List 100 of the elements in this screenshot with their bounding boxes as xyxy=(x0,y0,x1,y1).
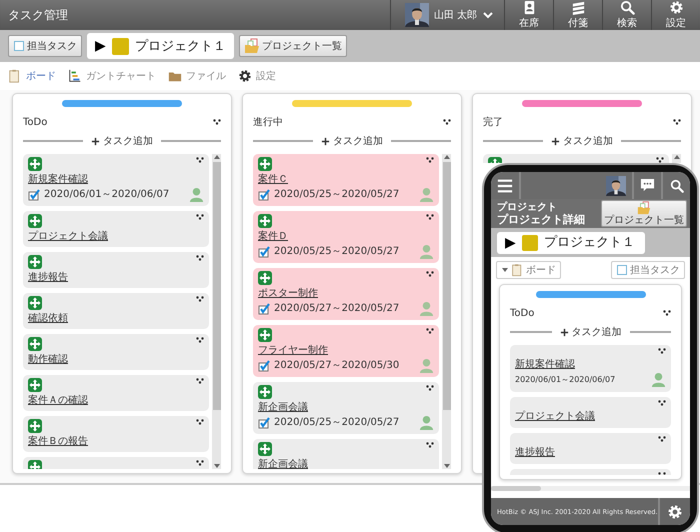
expand-marker[interactable]: ▶ xyxy=(95,38,106,54)
task-link[interactable]: 新規案件確認 xyxy=(28,174,88,186)
task-card[interactable]: 動作確認 xyxy=(23,334,209,370)
more-icon[interactable] xyxy=(426,214,434,220)
more-icon[interactable] xyxy=(196,419,204,425)
task-link[interactable]: 案件Ｃ xyxy=(258,174,288,186)
arrow-down-icon[interactable] xyxy=(442,463,450,469)
more-icon[interactable] xyxy=(426,157,434,163)
scrollbar[interactable] xyxy=(442,154,451,469)
project-list-button[interactable]: プロジェクト一覧 xyxy=(601,200,687,227)
task-card[interactable]: 確認依頼 xyxy=(23,293,209,329)
task-card[interactable]: プロジェクト会議 xyxy=(23,211,209,247)
view-dropdown[interactable]: ボード xyxy=(496,261,561,279)
task-card[interactable]: 案件Ａの確認 xyxy=(23,375,209,411)
more-icon[interactable] xyxy=(196,157,204,163)
scrollbar[interactable] xyxy=(212,154,221,469)
project-list-button[interactable]: プロジェクト一覧 xyxy=(238,35,347,57)
more-icon[interactable] xyxy=(196,255,204,261)
move-icon[interactable] xyxy=(258,328,272,342)
more-icon[interactable] xyxy=(658,436,666,442)
more-icon[interactable] xyxy=(663,310,671,316)
plus-icon xyxy=(321,136,330,146)
expand-marker[interactable]: ▶ xyxy=(505,233,516,253)
task-card[interactable]: 新企画会議 xyxy=(253,439,439,469)
more-icon[interactable] xyxy=(426,442,434,448)
move-icon[interactable] xyxy=(28,214,42,228)
task-link[interactable]: プロジェクト会議 xyxy=(28,231,108,243)
more-icon[interactable] xyxy=(443,119,451,125)
task-link[interactable]: ポスター制作 xyxy=(258,288,318,300)
project-tab[interactable]: ▶ プロジェクト１ xyxy=(87,33,234,59)
task-card[interactable]: 新規案件確認 2020/06/01～2020/06/07 xyxy=(23,154,209,206)
task-card[interactable]: 進捗報告 xyxy=(23,252,209,288)
more-icon[interactable] xyxy=(658,348,666,354)
user-name[interactable]: 山田 太郎 xyxy=(434,8,477,22)
scrollbar[interactable] xyxy=(491,486,690,491)
task-card[interactable] xyxy=(483,154,669,163)
more-icon[interactable] xyxy=(426,385,434,391)
scrollbar[interactable] xyxy=(672,154,681,163)
move-icon[interactable] xyxy=(258,214,272,228)
more-icon[interactable] xyxy=(656,157,664,163)
task-link[interactable]: フライヤー制作 xyxy=(258,345,328,357)
move-icon[interactable] xyxy=(258,271,272,285)
task-card[interactable]: 案件Ｃ 2020/05/25～2020/05/27 xyxy=(253,154,439,206)
bar-chart-icon xyxy=(68,69,82,83)
add-task-button[interactable]: タスク追加 xyxy=(321,134,383,148)
task-link[interactable]: 案件Ａの確認 xyxy=(28,395,88,407)
move-icon[interactable] xyxy=(258,442,272,456)
move-icon[interactable] xyxy=(28,255,42,269)
more-icon[interactable] xyxy=(196,378,204,384)
task-card[interactable]: 案件Ｄ 2020/05/25～2020/05/27 xyxy=(253,211,439,263)
move-icon[interactable] xyxy=(28,157,42,171)
arrow-up-icon[interactable] xyxy=(672,154,680,160)
add-task-button[interactable]: タスク追加 xyxy=(560,325,622,339)
task-card[interactable]: 案件Ｂの報告 xyxy=(23,416,209,452)
column-title: ToDo xyxy=(23,116,48,128)
task-card[interactable]: 新企画会議 2020/05/25～2020/05/27 xyxy=(253,382,439,434)
more-icon[interactable] xyxy=(196,460,204,466)
my-tasks-button[interactable]: 担当タスク xyxy=(611,261,685,279)
more-icon[interactable] xyxy=(196,296,204,302)
task-card[interactable]: 新規案件確認 2020/06/01～2020/06/07 xyxy=(510,345,671,392)
task-link[interactable]: 確認依頼 xyxy=(28,313,68,325)
arrow-down-icon[interactable] xyxy=(212,463,220,469)
more-icon[interactable] xyxy=(426,328,434,334)
task-link[interactable]: 案件Ｂの報告 xyxy=(28,436,88,448)
arrow-up-icon[interactable] xyxy=(442,154,450,160)
task-link[interactable]: 動作確認 xyxy=(28,354,68,366)
more-icon[interactable] xyxy=(658,400,666,406)
settings-tab[interactable]: 設定 xyxy=(238,69,276,83)
more-icon[interactable] xyxy=(196,337,204,343)
move-icon[interactable] xyxy=(28,419,42,433)
task-link[interactable]: プロジェクト会議 xyxy=(515,411,595,423)
task-card[interactable]: ポスター制作 2020/05/27～2020/05/27 xyxy=(253,268,439,320)
move-icon[interactable] xyxy=(28,378,42,392)
gantt-tab[interactable]: ガントチャート xyxy=(68,69,156,83)
move-icon[interactable] xyxy=(28,337,42,351)
task-card[interactable]: 進捗報告 xyxy=(510,433,671,464)
move-icon[interactable] xyxy=(258,385,272,399)
files-tab[interactable]: ファイル xyxy=(168,69,226,83)
task-link[interactable]: 進捗報告 xyxy=(515,447,555,459)
task-link[interactable]: 新規案件確認 xyxy=(515,359,575,371)
project-tab[interactable]: ▶ プロジェクト１ xyxy=(497,232,645,254)
task-card[interactable]: フライヤー制作 2020/05/27～2020/05/30 xyxy=(253,325,439,377)
board-tab[interactable]: ボード xyxy=(8,69,56,83)
add-task-button[interactable]: タスク追加 xyxy=(551,134,613,148)
my-tasks-button[interactable]: 担当タスク xyxy=(8,35,82,57)
task-link[interactable]: 新企画会議 xyxy=(258,402,308,414)
more-icon[interactable] xyxy=(673,119,681,125)
task-link[interactable]: 進捗報告 xyxy=(28,272,68,284)
more-icon[interactable] xyxy=(213,119,221,125)
more-icon[interactable] xyxy=(426,271,434,277)
task-link[interactable]: 案件Ｄ xyxy=(258,231,288,243)
move-icon[interactable] xyxy=(28,296,42,310)
add-task-button[interactable]: タスク追加 xyxy=(91,134,153,148)
task-link[interactable]: 新企画会議 xyxy=(258,459,308,469)
arrow-up-icon[interactable] xyxy=(212,154,220,160)
move-icon[interactable] xyxy=(258,157,272,171)
task-card[interactable]: プロジェクト会議 xyxy=(510,397,671,428)
more-icon[interactable] xyxy=(196,214,204,220)
project-name: プロジェクト１ xyxy=(544,234,635,252)
date-range: 2020/06/01～2020/06/07 xyxy=(515,374,616,386)
